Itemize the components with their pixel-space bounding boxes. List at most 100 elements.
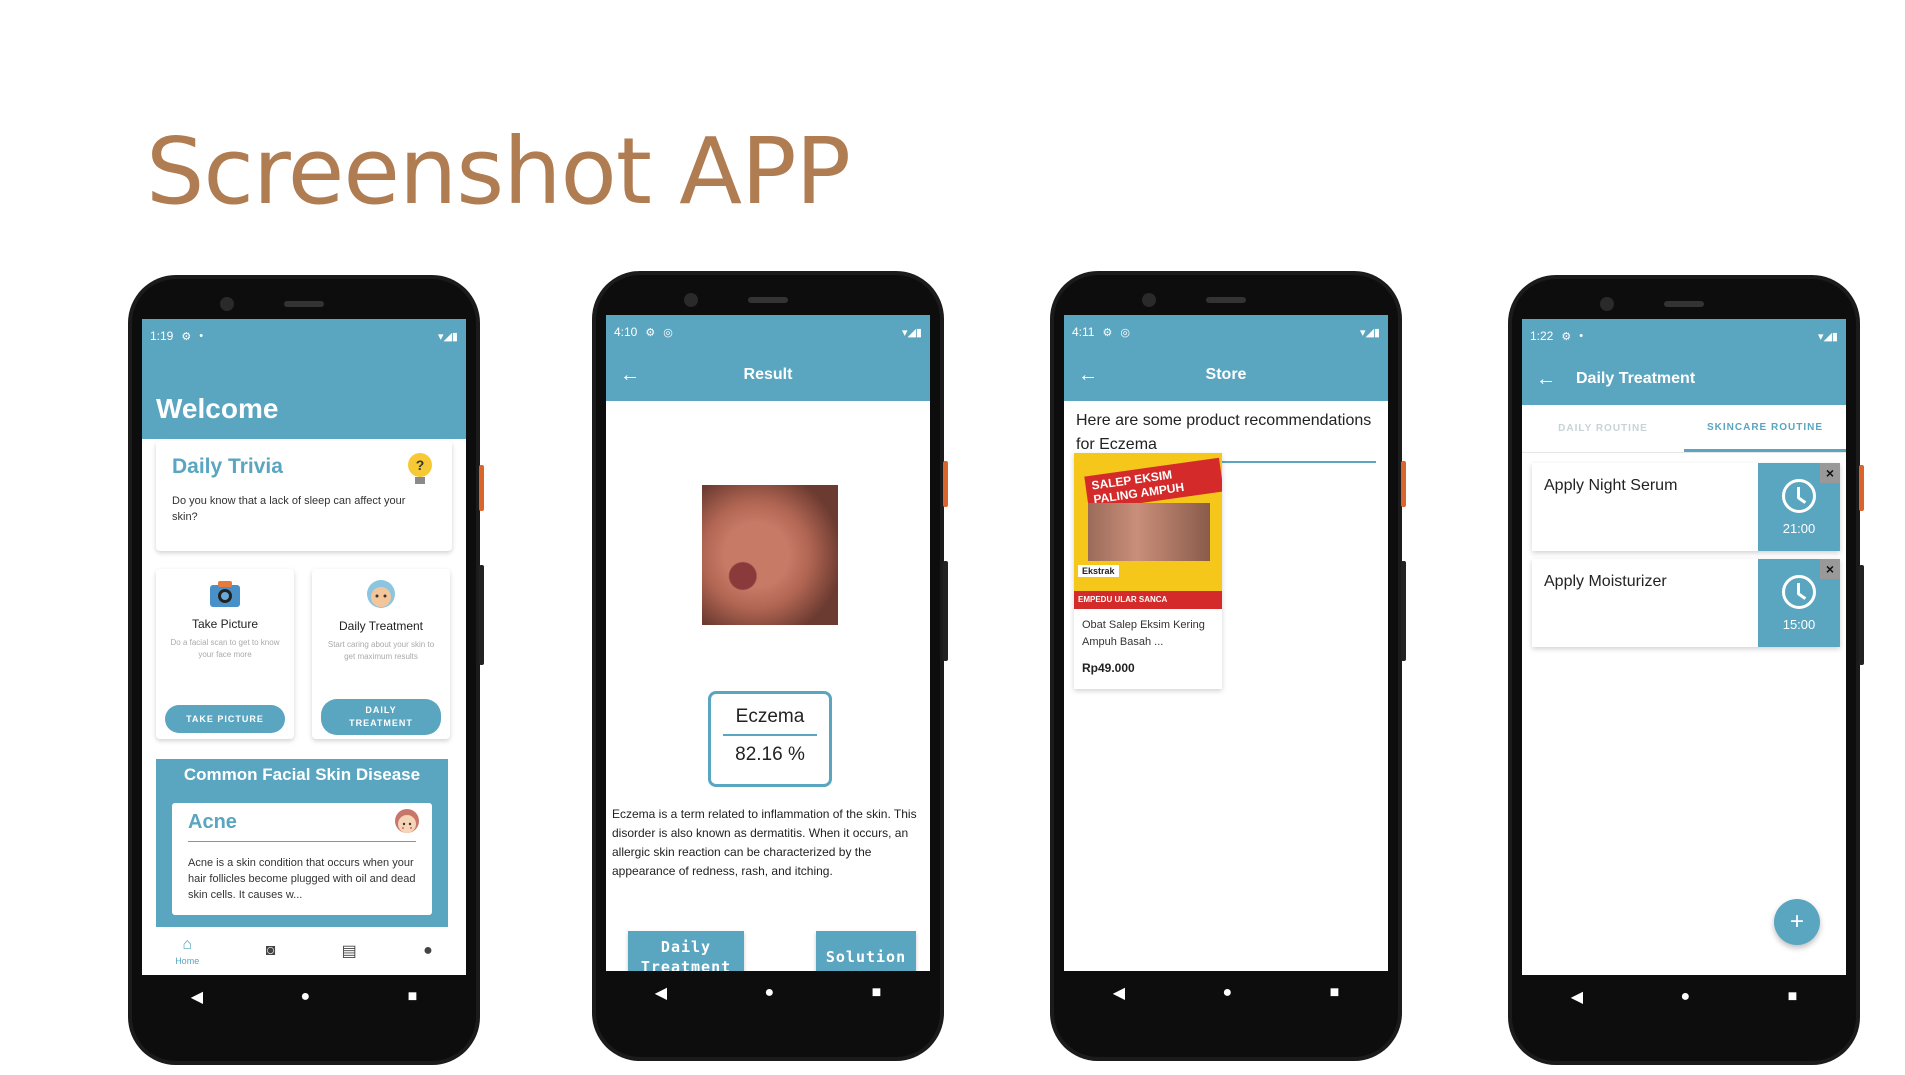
product-price: Rp49.000 <box>1082 661 1135 675</box>
system-nav-bar: ◀ ● ■ <box>606 971 930 1015</box>
back-nav-icon[interactable]: ◀ <box>1113 983 1125 1003</box>
take-picture-button[interactable]: TAKE PICTURE <box>165 705 285 733</box>
face-icon <box>367 580 395 608</box>
close-icon[interactable]: × <box>1820 463 1840 483</box>
status-time: 4:11 <box>1072 325 1095 339</box>
signal-icon: ▾◢▮ <box>1817 330 1838 343</box>
acne-card[interactable]: Acne Acne is a skin condition that occur… <box>172 803 432 915</box>
daily-treatment-button[interactable]: DAILY TREATMENT <box>321 699 441 735</box>
app-bar: ← Daily Treatment <box>1522 353 1846 405</box>
close-icon[interactable]: × <box>1820 559 1840 579</box>
camera-icon <box>210 581 240 607</box>
status-time: 1:22 <box>1530 329 1554 343</box>
home-nav-icon[interactable]: ● <box>1222 984 1232 1002</box>
store-screen: 4:11 ⚙ ◎ ▾◢▮ ← Store Here are some produ… <box>1064 315 1388 1015</box>
tab-daily-routine[interactable]: DAILY ROUTINE <box>1522 405 1684 452</box>
appbar-title: Daily Treatment <box>1576 370 1696 387</box>
add-routine-button[interactable]: + <box>1774 899 1820 945</box>
back-arrow-icon[interactable]: ← <box>620 364 660 387</box>
daily-treatment-sub: Start caring about your skin to get maxi… <box>327 640 435 661</box>
result-box: Eczema 82.16 % <box>708 691 832 787</box>
sync-icon: ◎ <box>1120 326 1130 339</box>
status-bar: 4:10 ⚙ ◎ ▾◢▮ <box>606 315 930 349</box>
routine-name: Apply Night Serum <box>1544 477 1678 494</box>
girl-avatar-icon <box>395 809 419 833</box>
recents-nav-icon[interactable]: ■ <box>1330 984 1340 1002</box>
back-nav-icon[interactable]: ◀ <box>191 987 203 1007</box>
store-icon: ▤ <box>341 943 357 960</box>
phone-result: 4:10 ⚙ ◎ ▾◢▮ ← Result Eczema 82.16 % Ecz… <box>592 271 948 1061</box>
home-nav-icon[interactable]: ● <box>300 988 310 1006</box>
lightbulb-icon: ? <box>408 453 432 484</box>
welcome-heading: Welcome <box>142 353 466 439</box>
home-screen: 1:19 ⚙ • ▾◢▮ Welcome Daily Trivia ? Do y… <box>142 319 466 1019</box>
status-time: 1:19 <box>150 329 174 343</box>
result-screen: 4:10 ⚙ ◎ ▾◢▮ ← Result Eczema 82.16 % Ecz… <box>606 315 930 1015</box>
skin-photo <box>702 485 838 625</box>
routine-item[interactable]: Apply Night Serum 21:00 × <box>1532 463 1840 551</box>
settings-icon: ⚙ <box>181 330 192 343</box>
tab-skincare-routine[interactable]: SKINCARE ROUTINE <box>1684 405 1846 452</box>
product-name: Obat Salep Eksim Kering Ampuh Basah ... <box>1082 619 1205 648</box>
settings-icon: ⚙ <box>645 326 656 339</box>
back-arrow-icon[interactable]: ← <box>1078 364 1118 387</box>
product-card[interactable]: SALEP EKSIM PALING AMPUH Ekstrak EMPEDU … <box>1074 453 1222 689</box>
back-nav-icon[interactable]: ◀ <box>655 983 667 1003</box>
home-nav-icon[interactable]: ● <box>1680 988 1690 1006</box>
daily-treatment-title: Daily Treatment <box>338 619 424 633</box>
disease-heading: Common Facial Skin Disease <box>183 765 421 784</box>
status-time: 4:10 <box>614 325 638 339</box>
trivia-card[interactable]: Daily Trivia ? Do you know that a lack o… <box>156 441 452 551</box>
back-arrow-icon[interactable]: ← <box>1536 368 1576 391</box>
camera-icon: ◙ <box>265 942 276 959</box>
settings-icon: ⚙ <box>1102 326 1113 339</box>
home-nav-icon[interactable]: ● <box>764 984 774 1002</box>
phone-store: 4:11 ⚙ ◎ ▾◢▮ ← Store Here are some produ… <box>1050 271 1406 1061</box>
routine-name: Apply Moisturizer <box>1544 573 1667 590</box>
back-nav-icon[interactable]: ◀ <box>1571 987 1583 1007</box>
tab-bar: DAILY ROUTINE SKINCARE ROUTINE <box>1522 405 1846 453</box>
routine-time: 15:00 <box>1782 617 1816 632</box>
system-nav-bar: ◀ ● ■ <box>1522 975 1846 1019</box>
recents-nav-icon[interactable]: ■ <box>872 984 882 1002</box>
phone-home: 1:19 ⚙ • ▾◢▮ Welcome Daily Trivia ? Do y… <box>128 275 484 1065</box>
status-bar: 1:19 ⚙ • ▾◢▮ <box>142 319 466 353</box>
routine-item[interactable]: Apply Moisturizer 15:00 × <box>1532 559 1840 647</box>
nav-camera[interactable]: ◙ <box>266 942 276 960</box>
dot-icon: • <box>1579 330 1584 342</box>
disease-panel: Common Facial Skin Disease Acne Acne is … <box>156 759 448 939</box>
recents-nav-icon[interactable]: ■ <box>408 988 418 1006</box>
take-picture-title: Take Picture <box>191 617 259 631</box>
appbar-title: Store <box>1205 366 1247 383</box>
sync-icon: ◎ <box>663 326 673 339</box>
dot-icon: • <box>199 330 204 342</box>
daily-treatment-card[interactable]: Daily Treatment Start caring about your … <box>312 569 450 739</box>
clock-icon <box>1782 479 1816 513</box>
take-picture-sub: Do a facial scan to get to know your fac… <box>170 638 280 659</box>
bottom-nav: ⌂ Home ◙ ▤ ● <box>142 927 466 975</box>
acne-title: Acne <box>188 811 237 833</box>
camera-lens <box>220 297 234 311</box>
page-title: Screenshot APP <box>146 118 851 225</box>
recents-nav-icon[interactable]: ■ <box>1788 988 1798 1006</box>
trivia-text: Do you know that a lack of sleep can aff… <box>172 495 406 523</box>
product-strip: EMPEDU ULAR SANCA <box>1074 591 1222 609</box>
system-nav-bar: ◀ ● ■ <box>1064 971 1388 1015</box>
nav-store[interactable]: ▤ <box>342 941 357 961</box>
product-image: SALEP EKSIM PALING AMPUH Ekstrak EMPEDU … <box>1074 453 1222 609</box>
result-percent: 82.16 % <box>735 744 805 765</box>
routine-time: 21:00 <box>1782 521 1816 536</box>
person-icon: ● <box>423 942 433 959</box>
nav-home[interactable]: ⌂ Home <box>175 936 199 966</box>
daily-treatment-screen: 1:22 ⚙ • ▾◢▮ ← Daily Treatment DAILY ROU… <box>1522 319 1846 1019</box>
signal-icon: ▾◢▮ <box>1359 326 1380 339</box>
product-tag: Ekstrak <box>1078 565 1119 577</box>
svg-text:?: ? <box>416 457 425 473</box>
store-heading: Here are some product recommendations fo… <box>1076 412 1372 453</box>
take-picture-card[interactable]: Take Picture Do a facial scan to get to … <box>156 569 294 739</box>
trivia-title: Daily Trivia <box>172 455 283 478</box>
result-name: Eczema <box>735 706 805 727</box>
signal-icon: ▾◢▮ <box>437 330 458 343</box>
nav-profile[interactable]: ● <box>423 942 433 960</box>
status-bar: 1:22 ⚙ • ▾◢▮ <box>1522 319 1846 353</box>
